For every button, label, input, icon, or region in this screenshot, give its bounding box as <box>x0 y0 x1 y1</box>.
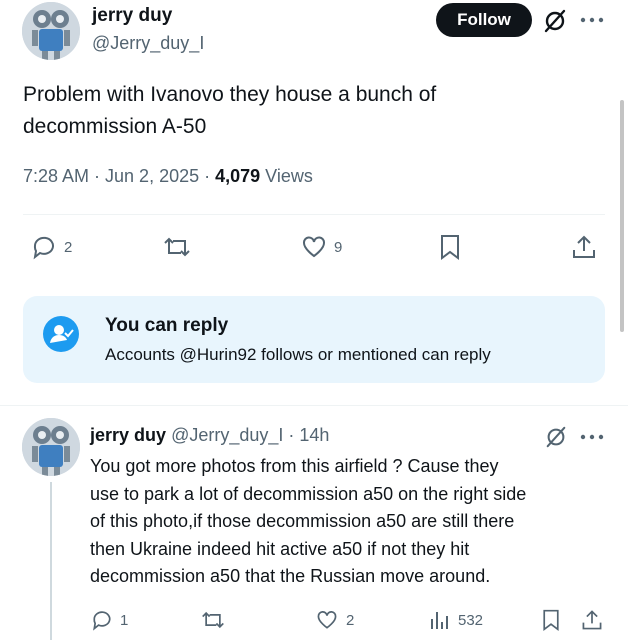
reply-notice-subtitle: Accounts @Hurin92 follows or mentioned c… <box>105 345 491 364</box>
reply-like-button[interactable]: 2 <box>314 608 354 632</box>
reply-text-line: decommission a50 that the Russian move a… <box>90 566 491 586</box>
repost-icon <box>202 611 224 629</box>
reply-like-count: 2 <box>346 611 355 629</box>
reply-button[interactable]: 2 <box>30 233 72 261</box>
reply-header: jerry duy @Jerry_duy_I · 14h <box>90 425 329 446</box>
reply-grok-icon[interactable] <box>544 425 568 449</box>
like-count: 9 <box>334 238 343 256</box>
divider <box>23 214 605 215</box>
reply-time[interactable]: · 14h <box>288 425 329 445</box>
follow-button[interactable]: Follow <box>436 3 532 37</box>
reply-repost-button[interactable] <box>200 608 226 632</box>
reply-text-line: You got more photos from this airfield ?… <box>90 456 499 476</box>
thread-line <box>50 482 52 640</box>
reply-reply-button[interactable]: 1 <box>90 608 128 632</box>
bookmark-button[interactable] <box>437 233 463 261</box>
share-button[interactable] <box>570 233 598 261</box>
section-divider <box>0 405 628 406</box>
reply-icon <box>33 236 54 260</box>
reply-text-line: use to park a lot of decommission a50 on… <box>90 483 527 504</box>
post-text: Problem with Ivanovo they house a bunch … <box>23 79 603 143</box>
grok-icon[interactable] <box>542 8 568 34</box>
like-button[interactable]: 9 <box>300 233 342 261</box>
post-text-line: Problem with Ivanovo they house a bunch … <box>23 83 437 106</box>
reply-views-button[interactable]: 532 <box>428 608 483 632</box>
reply-more-options-icon[interactable] <box>578 429 606 445</box>
reply-text: You got more photos from this airfield ?… <box>90 453 610 591</box>
post-meta: 7:28 AM · Jun 2, 2025 · 4,079 Views <box>23 166 313 187</box>
reply-text-line: of this photo,if those decommission a50 … <box>90 511 515 531</box>
bookmark-icon <box>543 609 559 631</box>
reply-views-count: 532 <box>458 611 484 629</box>
views-count: 4,079 <box>215 166 261 186</box>
views-label: Views <box>260 166 313 186</box>
more-options-icon[interactable] <box>578 12 606 28</box>
reply-share-button[interactable] <box>580 608 604 632</box>
share-icon <box>573 235 595 258</box>
reply-author-name[interactable]: jerry duy <box>90 425 166 445</box>
heart-icon <box>317 611 337 629</box>
bookmark-icon <box>441 235 459 260</box>
user-check-icon <box>43 316 79 352</box>
repost-button[interactable] <box>162 233 192 261</box>
reply-text-line: then Ukraine indeed hit active a50 if no… <box>90 538 470 559</box>
reply-author-handle[interactable]: @Jerry_duy_I <box>171 425 283 445</box>
reply-restriction-notice: You can reply Accounts @Hurin92 follows … <box>23 296 605 383</box>
author-name[interactable]: jerry duy <box>92 5 172 27</box>
repost-icon <box>164 237 190 257</box>
author-handle[interactable]: @Jerry_duy_I <box>92 33 204 54</box>
views-chart-icon <box>431 612 448 629</box>
reply-bookmark-button[interactable] <box>540 608 562 632</box>
scrollbar[interactable] <box>620 100 624 332</box>
reply-author-avatar[interactable] <box>22 418 80 476</box>
reply-notice-title: You can reply <box>105 315 229 336</box>
reply-reply-count: 1 <box>120 611 129 629</box>
heart-icon <box>303 236 325 258</box>
share-icon <box>582 610 602 630</box>
reply-icon <box>93 611 111 631</box>
author-avatar[interactable] <box>22 2 80 60</box>
post-timestamp[interactable]: 7:28 AM · Jun 2, 2025 · <box>23 166 215 186</box>
post-text-line: decommission A-50 <box>23 115 207 138</box>
reply-count: 2 <box>64 238 73 256</box>
